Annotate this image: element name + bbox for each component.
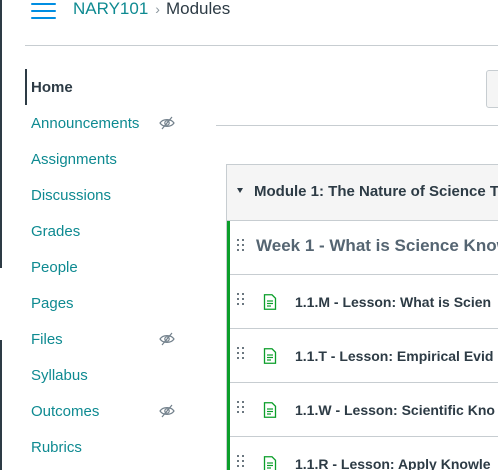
nav-item-pages[interactable]: Pages	[25, 285, 190, 321]
module-item[interactable]: 1.1.T - Lesson: Empirical Evid	[230, 329, 498, 383]
page-icon	[263, 402, 277, 418]
module-subheader: Week 1 - What is Science Know	[230, 221, 498, 275]
breadcrumb-separator: ›	[155, 1, 160, 17]
course-navigation: Home Announcements Assignments Discussio…	[25, 69, 190, 465]
hamburger-bar	[31, 3, 56, 5]
eye-slash-icon	[159, 404, 175, 418]
window-edge	[0, 0, 2, 470]
toolbar-divider	[216, 125, 498, 126]
nav-item-label: Outcomes	[31, 402, 100, 420]
page-icon	[263, 294, 277, 310]
subheader-title: Week 1 - What is Science Know	[256, 236, 498, 255]
module-item[interactable]: 1.1.R - Lesson: Apply Knowle	[230, 437, 498, 470]
nav-item-label: Syllabus	[31, 366, 88, 384]
drag-handle-icon[interactable]	[237, 455, 247, 470]
caret-down-icon[interactable]	[237, 188, 243, 193]
nav-item-syllabus[interactable]: Syllabus	[25, 357, 190, 393]
nav-item-label: Home	[31, 78, 73, 96]
breadcrumb-course-link[interactable]: NARY101	[73, 0, 148, 18]
nav-item-rubrics[interactable]: Rubrics	[25, 429, 190, 465]
nav-item-grades[interactable]: Grades	[25, 213, 190, 249]
module-item[interactable]: 1.1.W - Lesson: Scientific Kno	[230, 383, 498, 437]
page-icon	[263, 456, 277, 470]
nav-item-label: Announcements	[31, 114, 140, 132]
drag-handle-icon[interactable]	[237, 401, 247, 417]
eye-slash-icon	[159, 116, 175, 130]
nav-item-files[interactable]: Files	[25, 321, 190, 357]
window-edge-gap	[0, 268, 2, 340]
hamburger-bar	[31, 10, 56, 12]
nav-item-label: Discussions	[31, 186, 112, 204]
nav-item-label: Pages	[31, 294, 74, 312]
module-header[interactable]: Module 1: The Nature of Science T	[227, 165, 498, 221]
hamburger-bar	[31, 17, 56, 19]
nav-item-discussions[interactable]: Discussions	[25, 177, 190, 213]
module-items-list: Week 1 - What is Science Know 1.1.M - Le…	[227, 221, 498, 470]
drag-handle-icon[interactable]	[237, 347, 247, 363]
nav-item-label: Rubrics	[31, 438, 82, 456]
header-divider	[25, 45, 498, 46]
module-item-title[interactable]: 1.1.W - Lesson: Scientific Kno	[295, 402, 495, 418]
drag-handle-icon[interactable]	[237, 293, 247, 309]
hamburger-icon[interactable]	[31, 1, 56, 21]
module-item-title[interactable]: 1.1.T - Lesson: Empirical Evid	[295, 348, 493, 364]
nav-item-label: Grades	[31, 222, 81, 240]
module-item-title[interactable]: 1.1.M - Lesson: What is Scien	[295, 294, 491, 310]
eye-slash-icon	[159, 332, 175, 346]
nav-item-people[interactable]: People	[25, 249, 190, 285]
nav-item-label: People	[31, 258, 78, 276]
nav-item-label: Files	[31, 330, 63, 348]
page-icon	[263, 348, 277, 364]
breadcrumb: NARY101 › Modules	[73, 0, 230, 20]
module-item-title[interactable]: 1.1.R - Lesson: Apply Knowle	[295, 456, 491, 470]
nav-item-outcomes[interactable]: Outcomes	[25, 393, 190, 429]
module-title: Module 1: The Nature of Science T	[254, 183, 498, 200]
modules-toolbar-button[interactable]	[486, 70, 498, 108]
breadcrumb-current-page: Modules	[165, 0, 231, 18]
module-container: Module 1: The Nature of Science T Week 1…	[226, 164, 498, 470]
module-item[interactable]: 1.1.M - Lesson: What is Scien	[230, 275, 498, 329]
nav-item-label: Assignments	[31, 150, 117, 168]
nav-item-assignments[interactable]: Assignments	[25, 141, 190, 177]
nav-item-announcements[interactable]: Announcements	[25, 105, 190, 141]
drag-handle-icon[interactable]	[237, 239, 247, 255]
nav-item-home[interactable]: Home	[25, 69, 190, 105]
